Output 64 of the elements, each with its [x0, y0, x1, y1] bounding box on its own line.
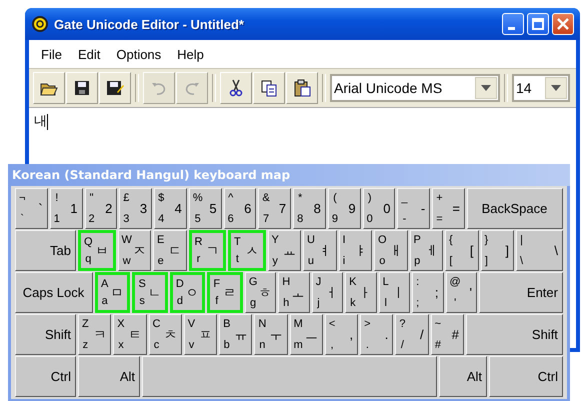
keyboard-key[interactable]: Alt — [439, 356, 487, 397]
keyboard-key[interactable]: Ctrl — [489, 356, 563, 397]
window-title: Gate Unicode Editor - Untitled* — [54, 16, 245, 32]
keyboard-key[interactable]: Y y ㅛ — [268, 230, 301, 271]
maximize-icon — [532, 18, 544, 30]
app-logo-icon — [31, 15, 49, 33]
keyboard-key[interactable]: U u ㅕ — [303, 230, 336, 271]
keyboard-key[interactable]: > . . — [360, 314, 394, 355]
menu-item[interactable]: Help — [169, 46, 212, 62]
keyboard-key[interactable]: Caps Lock — [15, 272, 93, 313]
paste-button[interactable] — [286, 72, 318, 104]
keyboard-key[interactable]: } ] ] — [480, 230, 514, 271]
keyboard-key[interactable]: Ctrl — [15, 356, 76, 397]
keyboard-key[interactable]: : ; ; — [412, 272, 444, 313]
keyboard-key[interactable]: O o ㅐ — [374, 230, 408, 271]
keyboard-key[interactable]: Enter — [478, 272, 563, 313]
floppy-disk-pencil-icon — [105, 78, 125, 98]
keyboard-key[interactable]: _ - - — [397, 188, 430, 229]
keyboard-key[interactable]: Alt — [78, 356, 140, 397]
menu-item[interactable]: File — [33, 46, 70, 62]
menu-item[interactable]: Edit — [70, 46, 108, 62]
window-title: Korean (Standard Hangul) keyboard map — [12, 168, 290, 182]
keyboard-key[interactable]: < , , — [324, 314, 358, 355]
keyboard-key[interactable]: G g ㅎ — [244, 272, 276, 313]
keyboard-key[interactable]: Shift — [15, 314, 76, 355]
copy-button[interactable] — [253, 72, 285, 104]
keyboard-key[interactable]: ? / / — [395, 314, 429, 355]
keyboard-key[interactable]: K k ㅏ — [345, 272, 377, 313]
keyboard-key[interactable]: | \ \ — [516, 230, 563, 271]
keyboard-key[interactable]: Shift — [466, 314, 563, 355]
keyboard-key[interactable]: N n ㅜ — [254, 314, 288, 355]
copy-icon — [259, 78, 279, 98]
keyboard-key[interactable]: { [ [ — [445, 230, 478, 271]
clipboard-icon — [292, 78, 312, 98]
keyboard-key[interactable]: Z z ㅋ — [78, 314, 112, 355]
save-button[interactable] — [66, 72, 98, 104]
keyboard-key[interactable]: J j ㅓ — [312, 272, 344, 313]
space-key[interactable] — [142, 356, 437, 397]
editor-text: 내 — [34, 114, 47, 130]
font-dropdown[interactable]: Arial Unicode MS — [330, 74, 500, 102]
keyboard-key[interactable]: W w ㅈ — [118, 230, 151, 271]
keyboard-key[interactable]: X x ㅌ — [113, 314, 147, 355]
minimize-icon — [508, 26, 515, 30]
keyboard-key[interactable]: BackSpace — [466, 188, 563, 229]
cut-button[interactable] — [220, 72, 252, 104]
keyboard-key[interactable]: M m ㅡ — [290, 314, 323, 355]
open-folder-button[interactable] — [33, 72, 65, 104]
close-button[interactable] — [552, 13, 574, 35]
keyboard-key[interactable]: H h ㅗ — [278, 272, 310, 313]
close-icon — [557, 18, 569, 30]
menu-item[interactable]: Options — [108, 46, 170, 62]
keyboard-key[interactable]: L l ㅣ — [378, 272, 410, 313]
keyboard-key[interactable]: Tab — [15, 230, 76, 271]
maximize-button[interactable] — [527, 13, 549, 35]
keyboard-key[interactable]: C c ㅊ — [148, 314, 182, 355]
keyboard-key[interactable]: B b ㅠ — [219, 314, 252, 355]
keyboard-key[interactable]: ¬ ` ` — [15, 188, 48, 229]
keyboard-key[interactable]: V v ㅍ — [184, 314, 218, 355]
keyboard-key[interactable]: I i ㅑ — [338, 230, 372, 271]
keyboard-key[interactable]: E e ㄷ — [153, 230, 186, 271]
minimize-button[interactable] — [502, 13, 524, 35]
keyboard-key[interactable]: P p ㅔ — [410, 230, 443, 271]
save-as-button[interactable] — [99, 72, 131, 104]
font-size-dropdown[interactable]: 14 — [512, 74, 570, 102]
